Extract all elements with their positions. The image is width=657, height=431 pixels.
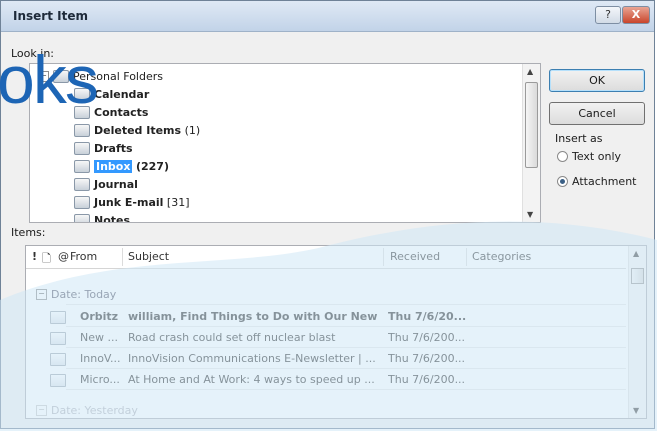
- column-divider: [466, 248, 467, 266]
- tree-item-junk-email[interactable]: Junk E-mail [31]: [74, 196, 190, 209]
- scroll-down-icon[interactable]: ▼: [633, 406, 639, 415]
- tree-item-journal[interactable]: Journal: [74, 178, 138, 191]
- group-label: Date: Today: [51, 288, 117, 301]
- tree-item-label: Junk E-mail: [94, 196, 164, 209]
- brand-logo-text: oks: [0, 42, 99, 118]
- message-row[interactable]: InnoV... InnoVision Communications E-New…: [26, 349, 626, 368]
- attachment-column-icon[interactable]: @: [58, 250, 69, 263]
- column-header-row: ! 🗋 @ From Subject Received Categories: [26, 246, 626, 269]
- row-divider: [66, 368, 626, 369]
- row-divider: [66, 326, 626, 327]
- folder-tree[interactable]: − Personal Folders Calendar Contacts Del…: [29, 63, 541, 223]
- envelope-icon: [50, 353, 66, 366]
- items-label: Items:: [11, 226, 46, 239]
- message-row[interactable]: Micro... At Home and At Work: 4 ways to …: [26, 370, 626, 389]
- insert-item-dialog: Insert Item ? X Look in: − Personal Fold…: [0, 0, 655, 429]
- junk-email-icon: [74, 196, 90, 209]
- tree-scrollbar[interactable]: ▲ ▼: [522, 64, 540, 222]
- group-header-yesterday[interactable]: − Date: Yesterday: [36, 404, 138, 417]
- row-received: Thu 7/6/200...: [388, 373, 466, 386]
- deleted-items-icon: [74, 124, 90, 137]
- column-divider: [383, 248, 384, 266]
- type-column-icon[interactable]: 🗋: [42, 250, 51, 269]
- collapse-icon[interactable]: −: [36, 405, 47, 416]
- tree-item-notes[interactable]: Notes: [74, 214, 131, 223]
- close-button[interactable]: X: [622, 6, 650, 24]
- insert-as-label: Insert as: [555, 132, 603, 145]
- row-subject: william, Find Things to Do with Our New …: [128, 310, 380, 323]
- importance-column-icon[interactable]: !: [32, 250, 37, 263]
- scroll-up-icon[interactable]: ▲: [527, 67, 533, 76]
- row-from: New ...: [80, 331, 118, 344]
- envelope-icon: [50, 311, 66, 324]
- items-list[interactable]: ! 🗋 @ From Subject Received Categories −…: [25, 245, 647, 419]
- scroll-down-icon[interactable]: ▼: [527, 210, 533, 219]
- scroll-thumb[interactable]: [631, 268, 644, 284]
- window-title: Insert Item: [13, 9, 88, 23]
- row-divider: [66, 347, 626, 348]
- row-received: Thu 7/6/200...: [388, 331, 466, 344]
- tree-item-label: Inbox: [94, 160, 133, 173]
- radio-attachment[interactable]: Attachment: [557, 175, 637, 188]
- column-subject[interactable]: Subject: [128, 250, 169, 263]
- column-received[interactable]: Received: [390, 250, 440, 263]
- column-categories[interactable]: Categories: [472, 250, 531, 263]
- help-button[interactable]: ?: [595, 6, 621, 24]
- row-subject: Road crash could set off nuclear blast: [128, 331, 336, 344]
- ok-button[interactable]: OK: [549, 69, 645, 92]
- tree-item-label: Deleted Items: [94, 124, 182, 137]
- tree-item-count: (1): [184, 124, 201, 137]
- group-header-today[interactable]: − Date: Today: [36, 288, 116, 301]
- row-subject: InnoVision Communications E-Newsletter |…: [128, 352, 376, 365]
- group-divider: [66, 304, 626, 305]
- radio-label: Attachment: [572, 175, 637, 188]
- radio-label: Text only: [572, 150, 622, 163]
- tree-item-count: (227): [135, 160, 169, 173]
- tree-item-inbox[interactable]: Inbox (227): [74, 160, 169, 173]
- envelope-icon: [50, 332, 66, 345]
- message-row[interactable]: New ... Road crash could set off nuclear…: [26, 328, 626, 347]
- radio-text-only[interactable]: Text only: [557, 150, 621, 163]
- column-divider: [122, 248, 123, 266]
- notes-icon: [74, 214, 90, 222]
- row-from: InnoV...: [80, 352, 121, 365]
- row-from: Orbitz: [80, 310, 119, 323]
- tree-item-label: Drafts: [94, 142, 133, 155]
- row-divider: [66, 389, 626, 390]
- cancel-button[interactable]: Cancel: [549, 102, 645, 125]
- group-label: Date: Yesterday: [51, 404, 138, 417]
- collapse-icon[interactable]: −: [36, 289, 47, 300]
- tree-item-label: Calendar: [94, 88, 150, 101]
- envelope-icon: [50, 374, 66, 387]
- inbox-icon: [74, 160, 90, 173]
- column-from[interactable]: From: [70, 250, 97, 263]
- drafts-icon: [74, 142, 90, 155]
- tree-item-drafts[interactable]: Drafts: [74, 142, 133, 155]
- scroll-up-icon[interactable]: ▲: [633, 249, 639, 258]
- row-from: Micro...: [80, 373, 120, 386]
- row-subject: At Home and At Work: 4 ways to speed up …: [128, 373, 375, 386]
- radio-icon[interactable]: [557, 151, 568, 162]
- tree-item-deleted-items[interactable]: Deleted Items (1): [74, 124, 200, 137]
- radio-selected-icon[interactable]: [557, 176, 568, 187]
- tree-item-label: Notes: [94, 214, 131, 223]
- row-received: Thu 7/6/200...: [388, 352, 466, 365]
- scroll-thumb[interactable]: [525, 82, 538, 168]
- journal-icon: [74, 178, 90, 191]
- row-received: Thu 7/6/20...: [388, 310, 466, 323]
- message-row[interactable]: Orbitz william, Find Things to Do with O…: [26, 307, 626, 326]
- title-bar: Insert Item ? X: [1, 1, 654, 32]
- tree-item-count: [31]: [166, 196, 190, 209]
- tree-item-label: Journal: [94, 178, 138, 191]
- items-scrollbar[interactable]: ▲ ▼: [628, 246, 646, 418]
- tree-item-label: Contacts: [94, 106, 149, 119]
